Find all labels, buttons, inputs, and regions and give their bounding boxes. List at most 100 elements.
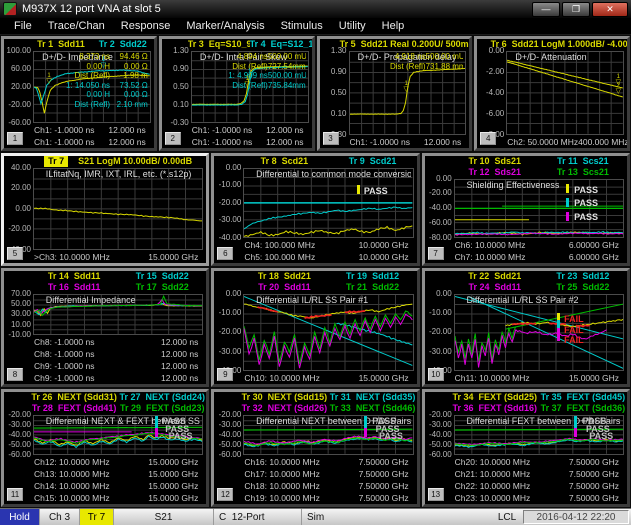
trace-label-row: Tr 8 Scd21Tr 9 Scd21	[214, 156, 416, 167]
y-axis-tick-label: -40.00	[429, 204, 452, 212]
plot-grid-and-traces	[350, 52, 466, 134]
y-axis-tick-label: 10.00	[11, 321, 31, 329]
plot-area[interactable]: ILfitatNq, IMR, IXT, IRL, etc. (*.s12p)	[33, 168, 203, 250]
trace-marker-triangle-icon: ▽	[245, 82, 250, 88]
menu-item-marker-analysis[interactable]: Marker/Analysis	[178, 20, 272, 32]
trace-label: Tr 1 Sdd11	[30, 39, 92, 50]
trace-label: Tr 32 NEXT (Sdd26)	[240, 403, 328, 414]
menu-item-response[interactable]: Response	[113, 20, 179, 32]
plot-area[interactable]: Shielding EffectivenessPASSPASSPASS	[454, 179, 624, 238]
channel-window-10[interactable]: Tr 22 Sdd21Tr 23 Sdd12Tr 24 Sdd11Tr 25 S…	[422, 268, 630, 388]
window-title: M937X 12 port VNA at slot 5	[22, 3, 527, 15]
channel-window-8[interactable]: Tr 14 Sdd11Tr 15 Sdd22Tr 16 Sdd11Tr 17 S…	[1, 268, 209, 388]
trace-label-row: Tr 36 FEXT (Sdd16)Tr 37 FEXT (Sdd36)	[425, 403, 627, 414]
stimulus-row: Ch19: 10.0000 MHz7.50000 GHz	[214, 492, 416, 504]
channel-window-3[interactable]: Tr 5 Sdd21 Real 0.200U/ 500mU1.300.900.5…	[317, 36, 473, 151]
menu-item-trace-chan[interactable]: Trace/Chan	[40, 20, 113, 32]
trace-label-row: Tr 10 Sds21Tr 11 Scs21	[425, 156, 627, 167]
y-axis-tick-label: -20.00	[8, 101, 31, 109]
menu-item-stimulus[interactable]: Stimulus	[273, 20, 331, 32]
y-axis-tick-label: -0.30	[171, 119, 189, 127]
menu-item-file[interactable]: File	[6, 20, 40, 32]
channel-window-9[interactable]: Tr 18 Sdd21Tr 19 Sdd12Tr 20 Sdd11Tr 21 S…	[211, 268, 419, 388]
status-active-channel: Ch 3	[40, 509, 80, 525]
y-axis-tick-label: -40.00	[219, 431, 242, 439]
y-axis-tick-label: 100.00	[7, 47, 31, 55]
trace-marker: 1▽	[247, 70, 252, 81]
trace-marker: 1▽	[46, 74, 51, 85]
stimulus-stop: 7.50000 GHz	[569, 456, 619, 468]
plot-area[interactable]: Differential IL/RL SS Pair #1	[243, 294, 413, 372]
limit-test-marker-bar	[566, 212, 569, 221]
trace-label: Tr 11 Scs21	[539, 156, 627, 167]
menu-item-help[interactable]: Help	[374, 20, 413, 32]
plot-grid-and-traces	[455, 295, 623, 371]
y-axis-tick-label: 1.30	[331, 47, 347, 55]
plot-area[interactable]: D+/D- Intra Pair Skew4.894 ns500.00 mUDi…	[191, 51, 309, 123]
stimulus-row: Ch17: 10.0000 MHz7.50000 GHz	[214, 468, 416, 480]
panel-number-badge: 3	[323, 132, 339, 145]
stimulus-row: Ch7: 10.0000 MHz6.00000 GHz	[425, 251, 627, 263]
channel-windows-area: Tr 1 Sdd11Tr 2 Sdd22100.0060.0020.00-20.…	[0, 35, 631, 508]
trace-label: Tr 18 Sdd21	[240, 271, 328, 282]
y-axis-tick-label: -60.00	[429, 219, 452, 227]
y-axis-tick-label: -20.00	[8, 225, 31, 233]
trace-marker-triangle-icon: ▽	[101, 63, 106, 69]
y-axis-tick-label: -40.00	[219, 234, 242, 242]
stimulus-row: Ch1: -1.0000 ns12.000 ns	[4, 136, 154, 148]
stimulus-stop: 15.0000 GHz	[148, 468, 198, 480]
trace-label-row: Tr 24 Sdd11Tr 25 Sdd22	[425, 282, 627, 293]
limit-test-marker-bar	[557, 328, 560, 342]
plot-area[interactable]: D+/D- Impedance8.373 ns94.46 Ω0.00 H0.00…	[33, 51, 151, 123]
plot-area[interactable]: Differential IL/RL SS Pair #2FAILFAILFAI…	[454, 294, 624, 372]
channel-window-1[interactable]: Tr 1 Sdd11Tr 2 Sdd22100.0060.0020.00-20.…	[1, 36, 157, 151]
channel-window-12[interactable]: Tr 30 NEXT (Sdd15)Tr 31 NEXT (Sdd35)Tr 3…	[211, 389, 419, 507]
trace-label-row: Tr 20 Sdd11Tr 21 Sdd22	[214, 282, 416, 293]
plot-area[interactable]: Differential Impedance	[33, 294, 203, 336]
channel-window-5[interactable]: Tr 7S21 LogM 10.00dB/ 0.00dB40.0020.000.…	[1, 153, 209, 266]
channel-window-2[interactable]: Tr 3 Eq=S10_9=S10Tr 4 Eq=S12_11=S11.300.…	[159, 36, 315, 151]
close-button[interactable]: ✕	[592, 2, 628, 17]
trace-marker-triangle-icon: ▽	[616, 89, 621, 95]
trace-label: Tr 30 NEXT (Sdd15)	[240, 392, 328, 403]
y-axis-tick-label: 0.00	[15, 205, 31, 213]
plot-area[interactable]: Differential FEXT between D+/D- PairsPAS…	[454, 415, 624, 455]
plot-area[interactable]: Differential NEXT between D+/D- PairsPAS…	[243, 415, 413, 455]
app-icon[interactable]	[3, 2, 17, 16]
stimulus-row: Ch5: 100.000 MHz10.0000 GHz	[214, 251, 416, 263]
stimulus-start: Ch20: 10.0000 MHz	[455, 456, 531, 468]
plot-area[interactable]: Differential NEXT & FEXT between SSPASSP…	[33, 415, 203, 455]
y-axis-tick-label: -10.00	[429, 309, 452, 317]
minimize-button[interactable]: —	[532, 2, 560, 17]
y-axis-labels: -20.00-30.00-40.00-50.00-60.00	[4, 415, 33, 455]
maximize-button[interactable]: ❐	[562, 2, 590, 17]
menu-item-utility[interactable]: Utility	[331, 20, 374, 32]
status-local-remote: LCL	[491, 509, 523, 525]
title-bar: M937X 12 port VNA at slot 5 — ❐ ✕	[0, 0, 631, 18]
stimulus-start: Ch6: 10.0000 MHz	[455, 239, 526, 251]
plot-title: D+/D- Intra Pair Skew	[200, 52, 287, 62]
stimulus-stop: 12.000 ns	[108, 124, 145, 136]
channel-window-11[interactable]: Tr 26 NEXT (Sdd31)Tr 27 NEXT (Sdd24)Tr 2…	[1, 389, 209, 507]
stimulus-stop: 7.50000 GHz	[569, 468, 619, 480]
trace-label: Tr 25 Sdd22	[539, 282, 627, 293]
stimulus-row: Ch6: 10.0000 MHz6.00000 GHz	[425, 239, 627, 251]
channel-window-6[interactable]: Tr 8 Scd21Tr 9 Scd210.00-10.00-20.00-30.…	[211, 153, 419, 266]
trace-label: Tr 23 Sdd12	[539, 271, 627, 282]
plot-title: Differential to common mode conversion	[256, 169, 411, 179]
plot-area[interactable]: D+/D- Propagation delay4.918 ns500.00 mU…	[349, 51, 467, 135]
channel-window-7[interactable]: Tr 10 Sds21Tr 11 Scs21Tr 12 Sds21Tr 13 S…	[422, 153, 630, 266]
trace-label: Tr 35 FEXT (Sdd45)	[539, 392, 627, 403]
plot-grid-and-traces	[34, 169, 202, 249]
trace-label: Tr 3 Eq=S10_9=S10	[188, 39, 250, 50]
stimulus-stop: 15.0000 GHz	[148, 456, 198, 468]
channel-window-4[interactable]: Tr 6 Sdd21 LogM 1.000dB/ -4.00dB0.00-2.0…	[474, 36, 630, 151]
stimulus-row: Ch10: 10.0000 MHz15.0000 GHz	[214, 372, 416, 384]
trace-label: Tr 9 Scd21	[328, 156, 416, 167]
plot-area[interactable]: Differential to common mode conversionPA…	[243, 168, 413, 238]
panel-row-3: Tr 26 NEXT (Sdd31)Tr 27 NEXT (Sdd24)Tr 2…	[0, 388, 631, 508]
channel-window-13[interactable]: Tr 34 FEXT (Sdd25)Tr 35 FEXT (Sdd45)Tr 3…	[422, 389, 630, 507]
plot-area[interactable]: D+/D- Attenuation1▽2▽	[506, 51, 624, 135]
stimulus-start: Ch17: 10.0000 MHz	[244, 468, 320, 480]
y-axis-tick-label: 30.00	[11, 310, 31, 318]
